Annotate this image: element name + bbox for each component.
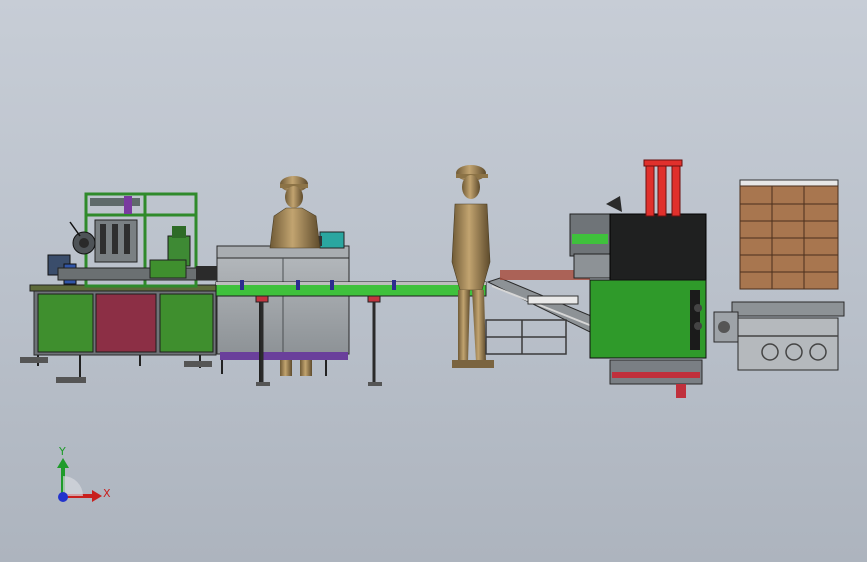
filling-capping-station: [20, 192, 221, 383]
y-axis-label: Y: [58, 445, 66, 458]
green-cabinet: [589, 279, 707, 359]
cabinet-door-green-left: [37, 293, 94, 353]
z-axis-dot: [58, 492, 68, 502]
incline-conveyor: [485, 270, 597, 355]
purple-base-rail: [220, 352, 348, 360]
cabinet-door-red: [95, 293, 157, 353]
assembly-drawing: Y X: [20, 159, 845, 502]
black-hood: [609, 213, 707, 281]
axis-triad: Y X: [57, 445, 111, 502]
x-axis-label: X: [103, 487, 111, 500]
pallet-stack: [731, 179, 845, 317]
cabinet-door-green-right: [159, 293, 214, 353]
palletizer: [713, 311, 839, 371]
case-packer: [569, 159, 707, 398]
